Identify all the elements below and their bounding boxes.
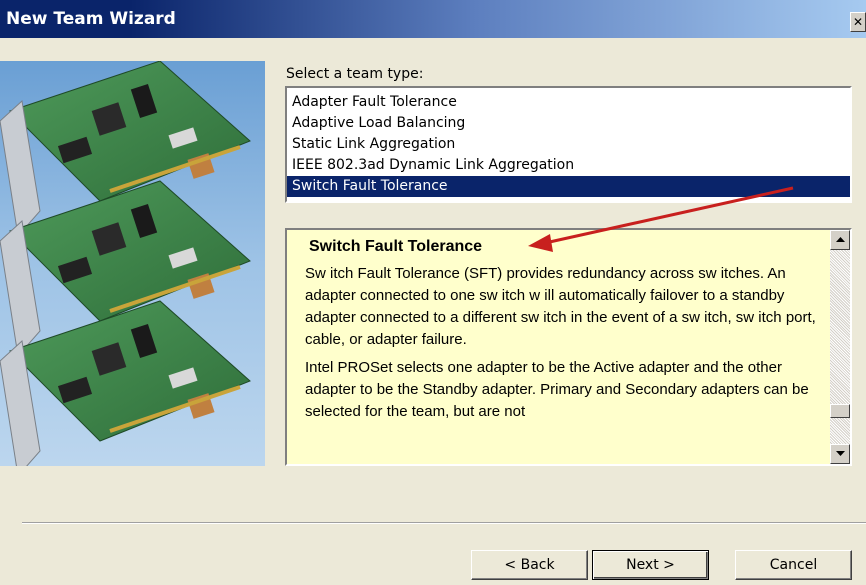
list-item-static-link-aggregation[interactable]: Static Link Aggregation [287,134,850,155]
list-item-ieee-802-3ad[interactable]: IEEE 802.3ad Dynamic Link Aggregation [287,155,850,176]
scroll-up-button[interactable] [830,230,850,250]
scroll-up-icon [835,237,845,242]
list-item-adaptive-load-balancing[interactable]: Adaptive Load Balancing [287,113,850,134]
back-button[interactable]: < Back [471,550,588,580]
description-scrollbar[interactable] [830,230,850,464]
new-team-wizard-window: New Team Wizard ✕ Select a team type: Ad… [0,0,866,585]
scroll-down-button[interactable] [830,444,850,464]
button-divider [22,522,866,524]
close-button[interactable]: ✕ [850,12,866,32]
description-paragraph: Sw itch Fault Tolerance (SFT) provides r… [305,265,816,348]
team-type-label: Select a team type: [286,66,424,82]
scroll-down-icon [835,451,845,456]
title-bar: New Team Wizard ✕ [0,0,866,38]
team-type-listbox[interactable]: Adapter Fault Tolerance Adaptive Load Ba… [285,86,852,203]
description-content: Switch Fault Tolerance Sw itch Fault Tol… [305,238,820,429]
window-title: New Team Wizard [6,9,176,29]
close-icon: ✕ [852,15,864,29]
list-item-switch-fault-tolerance[interactable]: Switch Fault Tolerance [287,176,850,197]
next-button[interactable]: Next > [592,550,709,580]
description-title: Switch Fault Tolerance [309,238,483,255]
list-item-adapter-fault-tolerance[interactable]: Adapter Fault Tolerance [287,92,850,113]
description-panel: Switch Fault Tolerance Sw itch Fault Tol… [285,228,852,466]
description-paragraph: Intel PROSet selects one adapter to be t… [305,359,809,420]
cancel-button[interactable]: Cancel [735,550,852,580]
network-adapter-image [0,61,265,466]
scroll-thumb[interactable] [830,404,850,418]
